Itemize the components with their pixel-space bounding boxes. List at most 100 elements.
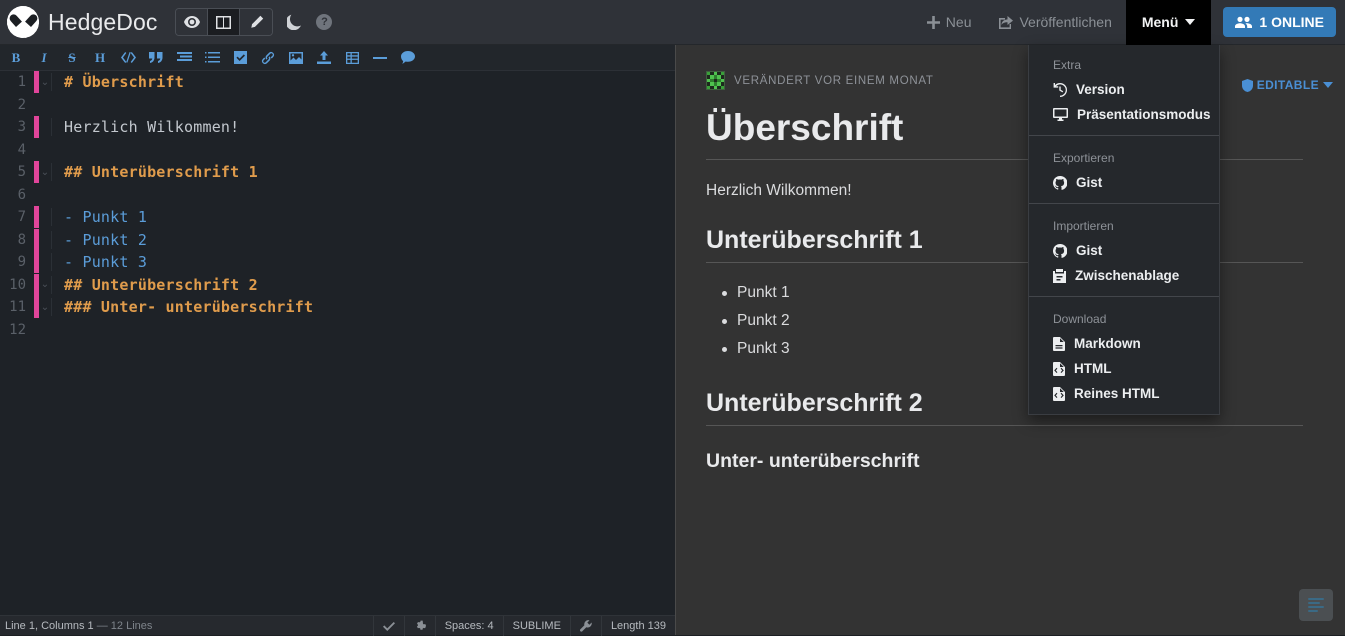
status-keymap-label: SUBLIME xyxy=(513,620,561,632)
status-sync-button[interactable] xyxy=(373,616,404,636)
status-spaces-label: Spaces: 4 xyxy=(445,620,494,632)
view-mode-preview[interactable] xyxy=(176,9,208,35)
menu-item-download-raw-html[interactable]: Reines HTML xyxy=(1029,381,1219,406)
code-line[interactable]: 4 xyxy=(0,139,675,162)
code-line[interactable]: 5 ⌄ ## Unterüberschrift 1 xyxy=(0,161,675,184)
status-length: Length 139 xyxy=(601,616,675,636)
image-button[interactable] xyxy=(282,46,310,70)
quote-button[interactable] xyxy=(142,46,170,70)
new-note-button[interactable]: Neu xyxy=(913,0,986,45)
menu-item-label: Zwischenablage xyxy=(1075,268,1179,283)
code-line[interactable]: 11 ⌄ ### Unter- unterüberschrift xyxy=(0,296,675,319)
menu-button[interactable]: Menü xyxy=(1126,0,1212,45)
menu-item-version[interactable]: Version xyxy=(1029,77,1219,102)
code-line[interactable]: 12 xyxy=(0,319,675,342)
menu-item-import-clipboard[interactable]: Zwischenablage xyxy=(1029,263,1219,288)
menu-item-label: Markdown xyxy=(1074,336,1141,351)
horizontal-rule-button[interactable] xyxy=(366,46,394,70)
modified-marker xyxy=(34,184,39,206)
shield-icon xyxy=(1242,79,1253,92)
night-mode-toggle[interactable] xyxy=(287,14,302,30)
desktop-icon xyxy=(1053,108,1068,121)
eye-icon xyxy=(184,16,200,28)
code-line[interactable]: 7 - Punkt 1 xyxy=(0,206,675,229)
chevron-down-icon xyxy=(1185,19,1195,25)
fold-toggle[interactable]: ⌄ xyxy=(39,302,51,313)
menu-item-label: Präsentationsmodus xyxy=(1077,107,1211,122)
code-line[interactable]: 1 ⌄ # Überschrift xyxy=(0,71,675,94)
dropdown-divider xyxy=(1029,203,1219,204)
fold-toggle[interactable]: ⌄ xyxy=(39,77,51,88)
view-mode-group[interactable] xyxy=(175,8,273,36)
table-of-contents-button[interactable] xyxy=(1299,589,1333,621)
menu-item-label: Gist xyxy=(1076,243,1102,258)
image-icon xyxy=(289,52,303,64)
clipboard-icon xyxy=(1053,269,1066,283)
editor-status-bar: Line 1, Columns 1 — 12 Lines Spaces: 4 S… xyxy=(0,615,675,635)
menu-item-download-html[interactable]: HTML xyxy=(1029,356,1219,381)
code-line[interactable]: 9 - Punkt 3 xyxy=(0,251,675,274)
code-line[interactable]: 2 xyxy=(0,94,675,117)
columns-icon xyxy=(216,16,231,29)
table-button[interactable] xyxy=(338,46,366,70)
publish-button[interactable]: Veröffentlichen xyxy=(985,0,1125,45)
code-button[interactable] xyxy=(114,46,142,70)
unordered-list-button[interactable] xyxy=(170,46,198,70)
menu-item-label: Version xyxy=(1076,82,1125,97)
menu-item-export-gist[interactable]: Gist xyxy=(1029,170,1219,195)
line-number: 5 xyxy=(0,164,34,180)
fold-toggle[interactable]: ⌄ xyxy=(39,279,51,290)
horizontal-rule-icon xyxy=(373,56,387,60)
comment-button[interactable] xyxy=(394,46,422,70)
line-number: 1 xyxy=(0,74,34,90)
code-line[interactable]: 6 xyxy=(0,184,675,207)
online-users-button[interactable]: 1 ONLINE xyxy=(1223,7,1336,37)
brand-logo[interactable]: HedgeDoc xyxy=(0,6,157,38)
strikethrough-icon: S xyxy=(68,50,75,66)
chevron-down-icon xyxy=(1323,82,1333,88)
editor-toolbar: B I S H xyxy=(0,45,675,71)
table-of-contents-icon xyxy=(1308,596,1324,614)
link-button[interactable] xyxy=(254,46,282,70)
menu-item-label: HTML xyxy=(1074,361,1112,376)
strikethrough-button[interactable]: S xyxy=(58,46,86,70)
code-editor[interactable]: 1 ⌄ # Überschrift 2 3 Herzlich Wilkommen… xyxy=(0,71,675,615)
modified-marker xyxy=(34,116,39,138)
status-indent-setting[interactable]: Spaces: 4 xyxy=(435,616,503,636)
upload-button[interactable] xyxy=(310,46,338,70)
heading-button[interactable]: H xyxy=(86,46,114,70)
menu-item-download-markdown[interactable]: Markdown xyxy=(1029,331,1219,356)
permission-badge[interactable]: EDITABLE xyxy=(1242,78,1333,92)
checkbox-button[interactable] xyxy=(226,46,254,70)
help-button[interactable]: ? xyxy=(316,14,332,30)
bold-button[interactable]: B xyxy=(2,46,30,70)
hedgedoc-logo-icon xyxy=(7,6,39,38)
file-code-icon xyxy=(1053,387,1065,401)
permission-label: EDITABLE xyxy=(1257,78,1319,92)
code-line[interactable]: 8 - Punkt 2 xyxy=(0,229,675,252)
comment-icon xyxy=(401,51,415,64)
upload-icon xyxy=(317,51,331,64)
preview-heading-3: Unter- unterüberschrift xyxy=(706,450,1303,473)
status-keymap-setting[interactable]: SUBLIME xyxy=(503,616,570,636)
menu-item-import-gist[interactable]: Gist xyxy=(1029,238,1219,263)
users-icon xyxy=(1235,16,1252,28)
code-line-text: # Überschrift xyxy=(51,73,675,91)
new-note-label: Neu xyxy=(946,14,972,30)
view-mode-edit[interactable] xyxy=(240,9,272,35)
code-line-text: ## Unterüberschrift 1 xyxy=(51,163,675,181)
menu-item-label: Reines HTML xyxy=(1074,386,1160,401)
file-code-icon xyxy=(1053,362,1065,376)
code-line[interactable]: 3 Herzlich Wilkommen! xyxy=(0,116,675,139)
line-number: 7 xyxy=(0,209,34,225)
fold-toggle[interactable]: ⌄ xyxy=(39,167,51,178)
status-settings-button[interactable] xyxy=(404,616,435,636)
status-right-group: Spaces: 4 SUBLIME Length 139 xyxy=(373,616,675,636)
view-mode-both[interactable] xyxy=(208,9,240,35)
status-tools-button[interactable] xyxy=(570,616,601,636)
menu-item-presentation-mode[interactable]: Präsentationsmodus xyxy=(1029,102,1219,127)
code-line[interactable]: 10 ⌄ ## Unterüberschrift 2 xyxy=(0,274,675,297)
app-header: HedgeDoc ? Neu xyxy=(0,0,1345,45)
ordered-list-button[interactable] xyxy=(198,46,226,70)
italic-button[interactable]: I xyxy=(30,46,58,70)
